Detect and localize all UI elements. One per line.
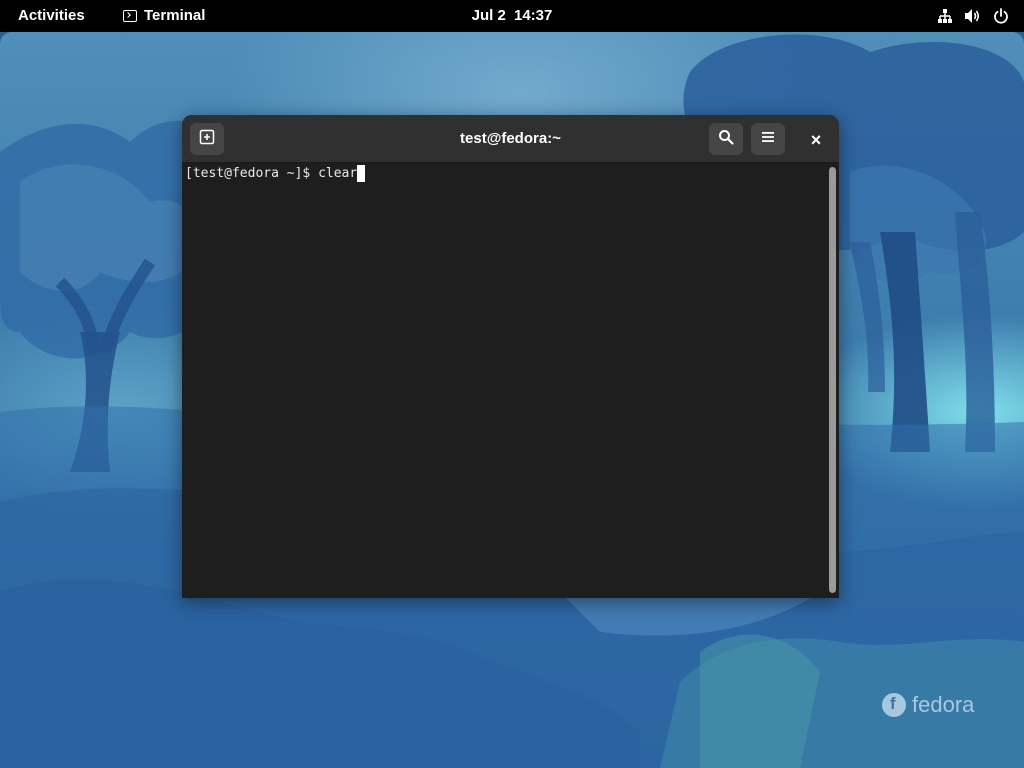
typed-command: clear: [318, 166, 358, 181]
volume-icon[interactable]: [964, 7, 982, 25]
terminal-window[interactable]: test@fedora:~ × [test@fedora ~]$ clear: [182, 115, 839, 598]
search-button[interactable]: [709, 123, 743, 155]
network-icon[interactable]: [936, 7, 954, 25]
fedora-logo: fedora: [882, 692, 974, 718]
shell-prompt: [test@fedora ~]$: [185, 166, 319, 181]
terminal-prompt-line: [test@fedora ~]$ clear: [185, 165, 366, 183]
main-menu-button[interactable]: [751, 123, 785, 155]
search-icon: [718, 129, 734, 150]
fedora-logo-text: fedora: [912, 692, 975, 717]
vertical-scrollbar[interactable]: [827, 163, 839, 598]
clock-time: 14:37: [513, 7, 553, 24]
hamburger-menu-icon: [761, 130, 775, 148]
scrollbar-thumb[interactable]: [829, 167, 836, 593]
top-bar: Activities Terminal Jul 2 14:37: [0, 0, 1024, 32]
clock[interactable]: Jul 2 14:37: [0, 7, 1024, 24]
close-button[interactable]: ×: [802, 127, 830, 153]
clock-date: Jul 2: [471, 7, 506, 24]
fedora-logo-icon: [882, 693, 906, 717]
system-tray[interactable]: [936, 7, 1010, 25]
text-cursor: [357, 165, 366, 182]
window-headerbar[interactable]: test@fedora:~ ×: [182, 115, 839, 163]
power-icon[interactable]: [992, 7, 1010, 25]
terminal-output[interactable]: [test@fedora ~]$ clear: [182, 163, 827, 598]
close-icon: ×: [810, 129, 822, 150]
